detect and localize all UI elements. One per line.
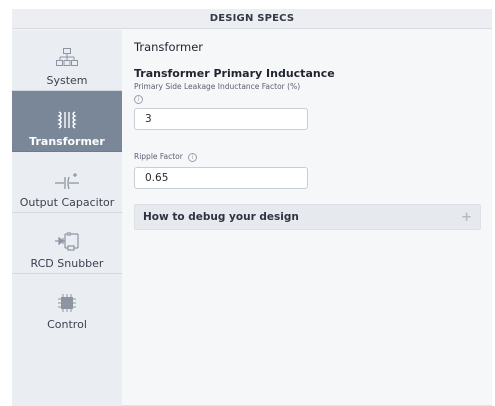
sidebar-item-label: Output Capacitor	[19, 196, 115, 209]
panel-header: DESIGN SPECS	[12, 9, 492, 29]
leakage-factor-info-wrap: i	[134, 94, 143, 104]
sidebar-item-transformer[interactable]: Transformer	[12, 91, 122, 152]
info-icon[interactable]: i	[134, 94, 143, 104]
ripple-factor-label-wrap: Ripple Factor i	[134, 152, 198, 162]
leakage-factor-input[interactable]	[134, 108, 308, 130]
capacitor-icon	[54, 162, 80, 190]
chip-icon	[58, 284, 76, 312]
sidebar-item-rcd-snubber[interactable]: RCD Snubber	[12, 213, 122, 274]
section-title: Transformer	[134, 40, 204, 54]
sidebar: System Transformer Output Capacitor RCD …	[12, 30, 122, 406]
main-content: Transformer Transformer Primary Inductan…	[122, 30, 492, 406]
sidebar-item-control[interactable]: Control	[12, 274, 122, 335]
subsection-title: Transformer Primary Inductance	[134, 67, 335, 80]
accordion-label: How to debug your design	[143, 211, 299, 223]
leakage-factor-label: Primary Side Leakage Inductance Factor (…	[134, 82, 301, 91]
system-icon	[56, 40, 78, 68]
snubber-icon	[54, 223, 80, 251]
debug-design-accordion[interactable]: How to debug your design +	[134, 204, 481, 230]
panel-title: DESIGN SPECS	[209, 13, 295, 24]
sidebar-item-output-capacitor[interactable]: Output Capacitor	[12, 152, 122, 213]
sidebar-item-label: RCD Snubber	[30, 257, 104, 270]
expand-plus-icon[interactable]: +	[461, 210, 472, 225]
sidebar-item-label: Transformer	[29, 135, 105, 148]
sidebar-item-label: System	[46, 74, 88, 87]
sidebar-item-system[interactable]: System	[12, 30, 122, 91]
transformer-icon	[57, 101, 77, 129]
ripple-factor-input[interactable]	[134, 167, 308, 189]
sidebar-item-label: Control	[47, 318, 87, 331]
info-icon[interactable]: i	[188, 152, 198, 162]
design-specs-panel: DESIGN SPECS System Transformer Output C…	[12, 9, 492, 406]
ripple-factor-label: Ripple Factor	[134, 152, 183, 161]
